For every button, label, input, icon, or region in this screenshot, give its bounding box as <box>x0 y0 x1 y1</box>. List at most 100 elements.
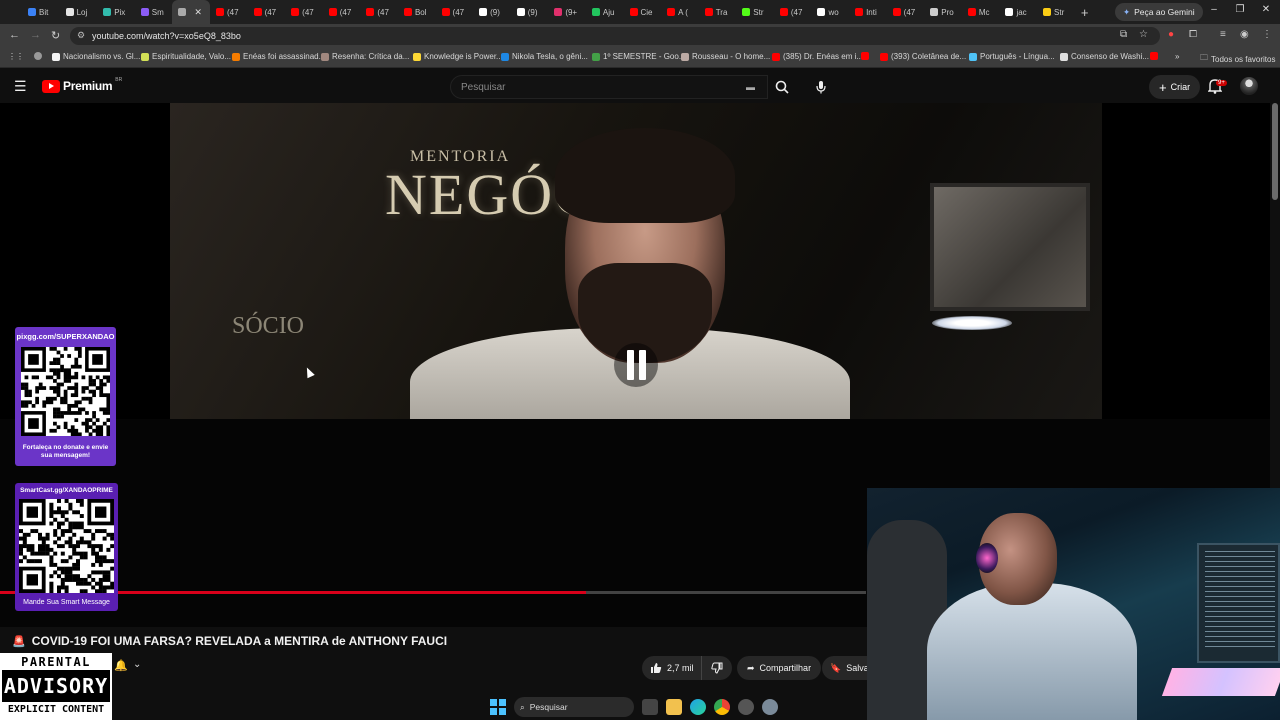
app-icon[interactable] <box>738 699 754 715</box>
browser-tab[interactable]: Bit <box>22 0 60 24</box>
cast-icon[interactable]: ⧉ <box>1120 29 1127 40</box>
bookmark-item[interactable]: Nacionalismo vs. Gl... <box>52 52 140 61</box>
bookmark-label: (393) Coletânea de... <box>891 52 967 61</box>
restore-icon[interactable]: ❐ <box>1230 4 1250 15</box>
search-button[interactable] <box>768 75 796 99</box>
extension-red-icon[interactable]: ● <box>1168 29 1174 40</box>
pause-icon[interactable] <box>614 343 658 387</box>
bookmark-item[interactable]: (385) Dr. Enéas em i... <box>772 52 863 61</box>
back-icon[interactable]: ← <box>9 29 20 41</box>
bookmark-item[interactable]: Enéas foi assassinad... <box>232 52 325 61</box>
menu-lines-icon[interactable]: ≡ <box>1220 29 1226 40</box>
bookmark-item[interactable] <box>861 52 872 60</box>
browser-tab[interactable]: (47 <box>360 0 398 24</box>
share-button[interactable]: ➦ Compartilhar <box>737 656 822 680</box>
site-info-icon[interactable]: ⚙ <box>77 30 85 41</box>
browser-tab[interactable]: Sm <box>135 0 173 24</box>
like-button[interactable]: 2,7 mil <box>642 656 702 680</box>
browser-tab[interactable]: (47 <box>774 0 812 24</box>
bookmark-item[interactable]: Knowledge is Power... <box>413 52 503 61</box>
browser-tab[interactable]: Bol <box>398 0 436 24</box>
browser-tab[interactable]: (9) <box>473 0 511 24</box>
gemini-button[interactable]: ✦ Peça ao Gemini <box>1115 3 1203 21</box>
browser-tab[interactable]: (47 <box>210 0 248 24</box>
browser-tab[interactable]: Pix <box>97 0 135 24</box>
settings-icon[interactable] <box>762 699 778 715</box>
bookmark-item[interactable]: Rousseau - O home... <box>681 52 770 61</box>
bookmark-item[interactable]: (393) Coletânea de... <box>880 52 966 61</box>
subscribe-bell-icon[interactable]: 🔔 <box>114 659 128 672</box>
tab-label: Pro <box>941 7 954 17</box>
bookmark-star-icon[interactable]: ☆ <box>1139 29 1148 40</box>
create-button[interactable]: + Criar <box>1149 75 1201 99</box>
chrome-icon[interactable] <box>714 699 730 715</box>
browser-tab[interactable]: (47 <box>436 0 474 24</box>
browser-tab[interactable]: Inti <box>849 0 887 24</box>
browser-tab[interactable]: (47 <box>285 0 323 24</box>
browser-tab[interactable]: Mc <box>962 0 1000 24</box>
keyboard-icon[interactable]: ▬ <box>746 82 755 92</box>
browser-tab[interactable]: Tra <box>699 0 737 24</box>
voice-search-button[interactable] <box>808 75 834 99</box>
bookmark-label: Nikola Tesla, o gêni... <box>512 52 588 61</box>
url-text[interactable]: youtube.com/watch?v=xo5eQ8_83bo <box>92 31 241 41</box>
browser-tab[interactable]: Aju <box>586 0 624 24</box>
search-input[interactable] <box>461 82 731 93</box>
browser-tab[interactable]: (47 <box>248 0 286 24</box>
youtube-header: ☰ Premium BR ▬ + Criar <box>0 70 1280 103</box>
reload-icon[interactable]: ↻ <box>51 29 60 42</box>
browser-tab[interactable]: Str <box>1037 0 1075 24</box>
profile-icon[interactable]: ◉ <box>1240 29 1249 40</box>
close-window-icon[interactable]: ✕ <box>1256 4 1276 15</box>
windows-start-icon[interactable] <box>490 699 506 715</box>
save-button[interactable]: 🔖 Salvar <box>822 656 867 680</box>
bookmark-item[interactable]: 1º SEMESTRE - Goo... <box>592 52 686 61</box>
browser-tab[interactable]: jac <box>999 0 1037 24</box>
bookmark-item[interactable]: Português - Língua... <box>969 52 1055 61</box>
omnibox[interactable]: ⚙ youtube.com/watch?v=xo5eQ8_83bo <box>70 27 1160 45</box>
browser-tab[interactable]: Cie <box>624 0 662 24</box>
create-label: Criar <box>1170 82 1191 92</box>
task-view-icon[interactable] <box>642 699 658 715</box>
browser-tab[interactable]: (47 <box>323 0 361 24</box>
browser-tab[interactable]: Loj <box>60 0 98 24</box>
bookmark-item[interactable]: Nikola Tesla, o gêni... <box>501 52 588 61</box>
bookmark-item[interactable]: Espiritualidade, Valo... <box>141 52 231 61</box>
more-vert-icon[interactable]: ⋮ <box>1262 29 1272 40</box>
close-tab-icon[interactable]: ✕ <box>194 7 202 18</box>
apps-grid-icon[interactable]: ⋮⋮ <box>8 52 24 61</box>
thumbs-down-icon <box>711 662 723 674</box>
new-tab-button[interactable]: + <box>1075 2 1095 22</box>
browser-tab[interactable]: Str <box>736 0 774 24</box>
youtube-logo[interactable]: Premium BR <box>42 77 122 93</box>
file-explorer-icon[interactable] <box>666 699 682 715</box>
browser-tab[interactable]: wo <box>811 0 849 24</box>
bookmark-favicon-icon <box>501 52 509 61</box>
more-bookmarks-icon[interactable]: » <box>1175 52 1179 61</box>
minimize-icon[interactable]: – <box>1204 4 1224 15</box>
browser-tab[interactable]: (9) <box>511 0 549 24</box>
tab-favicon-icon <box>779 8 788 16</box>
all-bookmarks-folder[interactable]: 🗀 Todos os favoritos <box>1200 52 1275 66</box>
bookmark-item[interactable]: Consenso de Washi... <box>1060 52 1149 61</box>
bookmark-item[interactable]: Resenha: Crítica da... <box>321 52 409 61</box>
bookmark-item[interactable] <box>34 52 45 60</box>
bookmark-item[interactable] <box>1150 52 1161 60</box>
tab-favicon-icon <box>28 8 36 16</box>
page-scrollbar[interactable] <box>1272 103 1278 200</box>
account-avatar[interactable] <box>1240 77 1258 95</box>
taskbar-search[interactable]: ⌕ Pesquisar <box>514 697 634 717</box>
browser-tab[interactable]: A ( <box>661 0 699 24</box>
forward-icon[interactable]: → <box>30 29 41 41</box>
edge-icon[interactable] <box>690 699 706 715</box>
dislike-button[interactable] <box>702 656 732 680</box>
browser-tab[interactable]: ✕ <box>172 0 210 24</box>
hamburger-menu-icon[interactable]: ☰ <box>14 78 27 95</box>
progress-bar[interactable] <box>0 591 866 594</box>
browser-tab[interactable]: (9+ <box>548 0 586 24</box>
browser-tab[interactable]: (47 <box>887 0 925 24</box>
extensions-icon[interactable]: ⧠ <box>1189 29 1197 40</box>
bookmark-favicon-icon <box>969 52 977 61</box>
chevron-down-icon[interactable]: ⌄ <box>133 659 141 670</box>
browser-tab[interactable]: Pro <box>924 0 962 24</box>
